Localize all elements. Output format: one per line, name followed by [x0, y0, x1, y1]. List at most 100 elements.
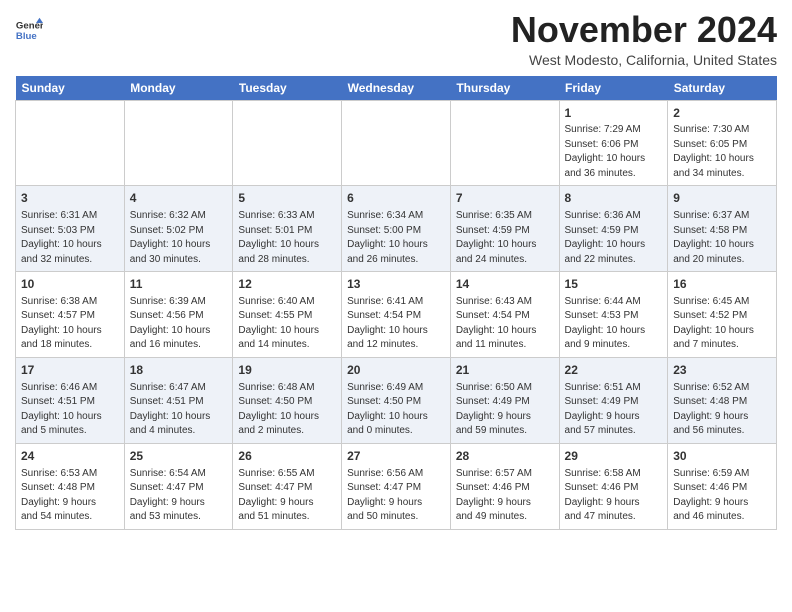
- day-number: 25: [130, 448, 228, 465]
- day-number: 2: [673, 105, 771, 122]
- day-number: 15: [565, 276, 663, 293]
- day-number: 3: [21, 190, 119, 207]
- calendar-cell: 19 Sunrise: 6:48 AM Sunset: 4:50 PM Dayli…: [233, 357, 342, 443]
- calendar-week-2: 3 Sunrise: 6:31 AM Sunset: 5:03 PM Daylig…: [16, 186, 777, 272]
- calendar-cell: 28Sunrise: 6:57 AM Sunset: 4:46 PM Dayli…: [450, 443, 559, 529]
- calendar-cell: 17Sunrise: 6:46 AM Sunset: 4:51 PM Dayli…: [16, 357, 125, 443]
- day-number: 1: [565, 105, 663, 122]
- calendar-cell: 1Sunrise: 7:29 AM Sunset: 6:06 PM Daylig…: [559, 100, 668, 186]
- day-number: 14: [456, 276, 554, 293]
- svg-text:Blue: Blue: [16, 31, 37, 42]
- day-number: 10: [21, 276, 119, 293]
- day-number: 27: [347, 448, 445, 465]
- calendar-cell: [16, 100, 125, 186]
- calendar-cell: 10 Sunrise: 6:38 AM Sunset: 4:57 PM Dayli…: [16, 272, 125, 358]
- day-number: 12: [238, 276, 336, 293]
- col-header-tuesday: Tuesday: [233, 76, 342, 101]
- calendar-table: SundayMondayTuesdayWednesdayThursdayFrid…: [15, 76, 777, 530]
- calendar-cell: 5 Sunrise: 6:33 AM Sunset: 5:01 PM Daylig…: [233, 186, 342, 272]
- day-info: Sunrise: 6:33 AM Sunset: 5:01 PM Dayligh…: [238, 209, 336, 267]
- day-info: Sunrise: 6:36 AM Sunset: 4:59 PM Dayligh…: [565, 209, 663, 267]
- day-info: Sunrise: 6:49 AM Sunset: 4:50 PM Dayligh…: [347, 381, 445, 439]
- page-subtitle: West Modesto, California, United States: [511, 52, 777, 68]
- day-info: Sunrise: 6:37 AM Sunset: 4:58 PM Dayligh…: [673, 209, 771, 267]
- day-info: Sunrise: 6:41 AM Sunset: 4:54 PM Dayligh…: [347, 295, 445, 353]
- calendar-cell: 23 Sunrise: 6:52 AM Sunset: 4:48 PM Dayli…: [668, 357, 777, 443]
- day-info: Sunrise: 6:39 AM Sunset: 4:56 PM Dayligh…: [130, 295, 228, 353]
- day-number: 23: [673, 362, 771, 379]
- calendar-cell: 2Sunrise: 7:30 AM Sunset: 6:05 PM Daylig…: [668, 100, 777, 186]
- day-number: 16: [673, 276, 771, 293]
- logo-icon: General Blue: [15, 16, 43, 44]
- calendar-cell: 14 Sunrise: 6:43 AM Sunset: 4:54 PM Dayli…: [450, 272, 559, 358]
- day-number: 5: [238, 190, 336, 207]
- day-info: Sunrise: 7:29 AM Sunset: 6:06 PM Dayligh…: [565, 123, 663, 181]
- day-info: Sunrise: 7:30 AM Sunset: 6:05 PM Dayligh…: [673, 123, 771, 181]
- day-info: Sunrise: 6:38 AM Sunset: 4:57 PM Dayligh…: [21, 295, 119, 353]
- day-info: Sunrise: 6:52 AM Sunset: 4:48 PM Dayligh…: [673, 381, 771, 439]
- calendar-week-5: 24 Sunrise: 6:53 AM Sunset: 4:48 PM Dayli…: [16, 443, 777, 529]
- calendar-cell: [342, 100, 451, 186]
- page-title: November 2024: [511, 10, 777, 50]
- calendar-cell: 11Sunrise: 6:39 AM Sunset: 4:56 PM Dayli…: [124, 272, 233, 358]
- day-number: 28: [456, 448, 554, 465]
- day-info: Sunrise: 6:53 AM Sunset: 4:48 PM Dayligh…: [21, 467, 119, 525]
- calendar-cell: 20 Sunrise: 6:49 AM Sunset: 4:50 PM Dayli…: [342, 357, 451, 443]
- calendar-cell: 21 Sunrise: 6:50 AM Sunset: 4:49 PM Dayli…: [450, 357, 559, 443]
- calendar-cell: 22Sunrise: 6:51 AM Sunset: 4:49 PM Dayli…: [559, 357, 668, 443]
- page-header: General Blue November 2024 West Modesto,…: [15, 10, 777, 68]
- day-info: Sunrise: 6:47 AM Sunset: 4:51 PM Dayligh…: [130, 381, 228, 439]
- calendar-cell: 16Sunrise: 6:45 AM Sunset: 4:52 PM Dayli…: [668, 272, 777, 358]
- day-number: 20: [347, 362, 445, 379]
- day-info: Sunrise: 6:44 AM Sunset: 4:53 PM Dayligh…: [565, 295, 663, 353]
- calendar-week-1: 1Sunrise: 7:29 AM Sunset: 6:06 PM Daylig…: [16, 100, 777, 186]
- day-number: 29: [565, 448, 663, 465]
- day-info: Sunrise: 6:58 AM Sunset: 4:46 PM Dayligh…: [565, 467, 663, 525]
- col-header-friday: Friday: [559, 76, 668, 101]
- day-info: Sunrise: 6:59 AM Sunset: 4:46 PM Dayligh…: [673, 467, 771, 525]
- day-number: 6: [347, 190, 445, 207]
- col-header-monday: Monday: [124, 76, 233, 101]
- calendar-cell: 26 Sunrise: 6:55 AM Sunset: 4:47 PM Dayli…: [233, 443, 342, 529]
- day-info: Sunrise: 6:56 AM Sunset: 4:47 PM Dayligh…: [347, 467, 445, 525]
- calendar-cell: 18 Sunrise: 6:47 AM Sunset: 4:51 PM Dayli…: [124, 357, 233, 443]
- col-header-wednesday: Wednesday: [342, 76, 451, 101]
- day-info: Sunrise: 6:43 AM Sunset: 4:54 PM Dayligh…: [456, 295, 554, 353]
- calendar-cell: 15 Sunrise: 6:44 AM Sunset: 4:53 PM Dayli…: [559, 272, 668, 358]
- calendar-cell: [233, 100, 342, 186]
- calendar-cell: [124, 100, 233, 186]
- day-number: 7: [456, 190, 554, 207]
- calendar-cell: 6 Sunrise: 6:34 AM Sunset: 5:00 PM Daylig…: [342, 186, 451, 272]
- logo: General Blue: [15, 16, 43, 44]
- day-info: Sunrise: 6:31 AM Sunset: 5:03 PM Dayligh…: [21, 209, 119, 267]
- day-info: Sunrise: 6:32 AM Sunset: 5:02 PM Dayligh…: [130, 209, 228, 267]
- day-info: Sunrise: 6:54 AM Sunset: 4:47 PM Dayligh…: [130, 467, 228, 525]
- calendar-cell: 25 Sunrise: 6:54 AM Sunset: 4:47 PM Dayli…: [124, 443, 233, 529]
- day-number: 24: [21, 448, 119, 465]
- day-info: Sunrise: 6:48 AM Sunset: 4:50 PM Dayligh…: [238, 381, 336, 439]
- day-info: Sunrise: 6:40 AM Sunset: 4:55 PM Dayligh…: [238, 295, 336, 353]
- day-number: 9: [673, 190, 771, 207]
- calendar-cell: 8Sunrise: 6:36 AM Sunset: 4:59 PM Daylig…: [559, 186, 668, 272]
- day-number: 19: [238, 362, 336, 379]
- day-info: Sunrise: 6:55 AM Sunset: 4:47 PM Dayligh…: [238, 467, 336, 525]
- calendar-cell: [450, 100, 559, 186]
- day-number: 13: [347, 276, 445, 293]
- day-info: Sunrise: 6:46 AM Sunset: 4:51 PM Dayligh…: [21, 381, 119, 439]
- title-block: November 2024 West Modesto, California, …: [511, 10, 777, 68]
- calendar-week-4: 17Sunrise: 6:46 AM Sunset: 4:51 PM Dayli…: [16, 357, 777, 443]
- day-info: Sunrise: 6:34 AM Sunset: 5:00 PM Dayligh…: [347, 209, 445, 267]
- col-header-sunday: Sunday: [16, 76, 125, 101]
- calendar-cell: 12 Sunrise: 6:40 AM Sunset: 4:55 PM Dayli…: [233, 272, 342, 358]
- day-number: 30: [673, 448, 771, 465]
- day-number: 18: [130, 362, 228, 379]
- day-info: Sunrise: 6:50 AM Sunset: 4:49 PM Dayligh…: [456, 381, 554, 439]
- day-number: 26: [238, 448, 336, 465]
- calendar-header-row: SundayMondayTuesdayWednesdayThursdayFrid…: [16, 76, 777, 101]
- calendar-cell: 27 Sunrise: 6:56 AM Sunset: 4:47 PM Dayli…: [342, 443, 451, 529]
- day-number: 21: [456, 362, 554, 379]
- calendar-cell: 4Sunrise: 6:32 AM Sunset: 5:02 PM Daylig…: [124, 186, 233, 272]
- col-header-thursday: Thursday: [450, 76, 559, 101]
- calendar-cell: 13 Sunrise: 6:41 AM Sunset: 4:54 PM Dayli…: [342, 272, 451, 358]
- day-info: Sunrise: 6:35 AM Sunset: 4:59 PM Dayligh…: [456, 209, 554, 267]
